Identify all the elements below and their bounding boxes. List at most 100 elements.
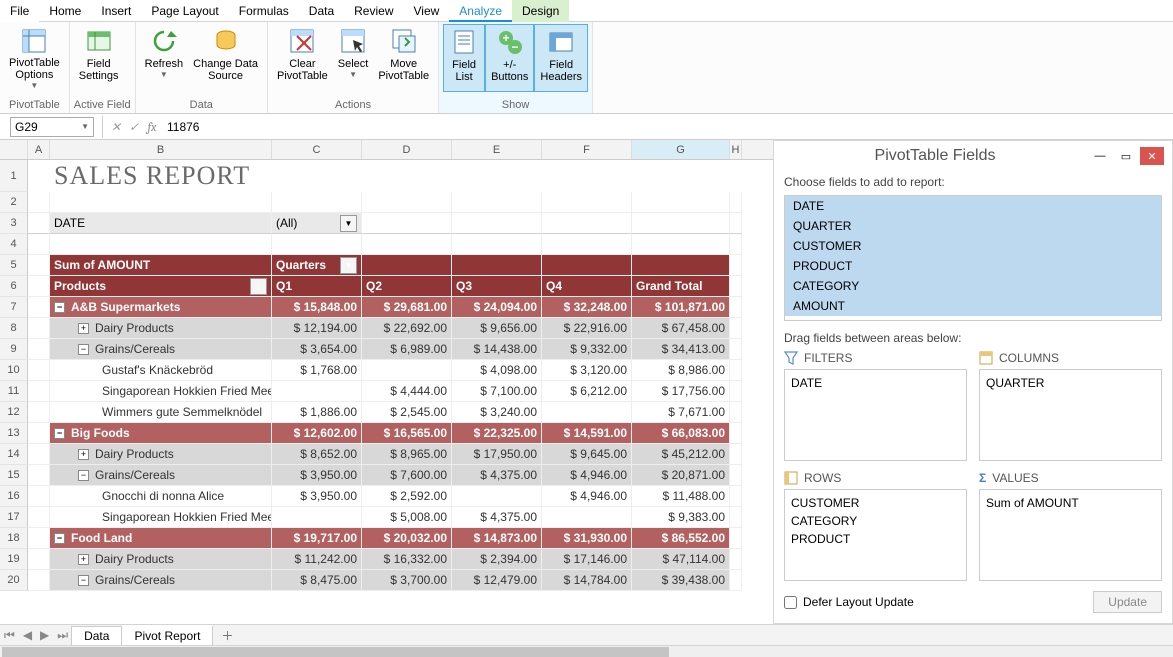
value-cell[interactable] xyxy=(542,507,632,528)
field-item[interactable]: QUARTER xyxy=(785,216,1161,236)
field-item[interactable]: DATE xyxy=(785,196,1161,216)
value-cell[interactable]: $ 39,438.00 xyxy=(632,570,730,591)
value-cell[interactable]: $ 17,146.00 xyxy=(542,549,632,570)
field-item[interactable]: CATEGORY xyxy=(785,276,1161,296)
value-cell[interactable]: $ 7,100.00 xyxy=(452,381,542,402)
value-cell[interactable]: $ 16,565.00 xyxy=(362,423,452,444)
row-header[interactable]: 2 xyxy=(0,192,28,213)
value-cell[interactable]: $ 9,383.00 xyxy=(632,507,730,528)
value-cell[interactable]: $ 12,194.00 xyxy=(272,318,362,339)
row-header[interactable]: 18 xyxy=(0,528,28,549)
value-cell[interactable]: $ 9,332.00 xyxy=(542,339,632,360)
value-cell[interactable] xyxy=(272,381,362,402)
rows-box[interactable]: CUSTOMERCATEGORYPRODUCT xyxy=(784,489,967,581)
area-item[interactable]: Sum of AMOUNT xyxy=(986,494,1155,512)
row-label-cell[interactable]: −Grains/Cereals xyxy=(50,570,272,591)
row-header[interactable]: 6 xyxy=(0,276,28,297)
value-cell[interactable]: $ 3,950.00 xyxy=(272,486,362,507)
value-cell[interactable]: $ 4,444.00 xyxy=(362,381,452,402)
value-cell[interactable]: $ 86,552.00 xyxy=(632,528,730,549)
row-label-cell[interactable]: −Food Land xyxy=(50,528,272,549)
sheet-tab-data[interactable]: Data xyxy=(71,626,122,645)
value-cell[interactable]: $ 14,873.00 xyxy=(452,528,542,549)
value-cell[interactable]: $ 14,784.00 xyxy=(542,570,632,591)
value-cell[interactable]: $ 8,986.00 xyxy=(632,360,730,381)
row-label-cell[interactable]: −A&B Supermarkets xyxy=(50,297,272,318)
row-label-cell[interactable]: +Dairy Products xyxy=(50,318,272,339)
plus-minus-buttons-button[interactable]: +− +/- Buttons xyxy=(485,24,534,92)
formula-input[interactable] xyxy=(161,117,1173,137)
value-cell[interactable]: $ 19,717.00 xyxy=(272,528,362,549)
value-cell[interactable]: $ 2,394.00 xyxy=(452,549,542,570)
menu-insert[interactable]: Insert xyxy=(91,0,141,22)
menu-home[interactable]: Home xyxy=(39,0,91,22)
value-cell[interactable]: $ 2,592.00 xyxy=(362,486,452,507)
menu-data[interactable]: Data xyxy=(299,0,344,22)
clear-pivottable-button[interactable]: Clear PivotTable xyxy=(272,24,333,92)
area-item[interactable]: CUSTOMER xyxy=(791,494,960,512)
row-label-cell[interactable]: +Dairy Products xyxy=(50,549,272,570)
horizontal-scrollbar[interactable] xyxy=(0,645,1173,657)
value-cell[interactable] xyxy=(542,402,632,423)
value-cell[interactable]: $ 7,600.00 xyxy=(362,465,452,486)
name-box[interactable]: G29 ▼ xyxy=(10,117,94,137)
value-cell[interactable]: $ 22,692.00 xyxy=(362,318,452,339)
value-cell[interactable]: $ 32,248.00 xyxy=(542,297,632,318)
tab-nav-first[interactable]: ⏮ xyxy=(0,628,19,643)
value-cell[interactable]: $ 17,756.00 xyxy=(632,381,730,402)
column-header[interactable]: B xyxy=(50,140,272,159)
value-cell[interactable]: $ 22,916.00 xyxy=(542,318,632,339)
value-cell[interactable]: $ 4,098.00 xyxy=(452,360,542,381)
value-cell[interactable]: $ 4,375.00 xyxy=(452,465,542,486)
update-button[interactable]: Update xyxy=(1093,591,1162,613)
row-label-cell[interactable]: −Grains/Cereals xyxy=(50,339,272,360)
row-header[interactable]: 3 xyxy=(0,213,28,234)
value-cell[interactable]: $ 16,332.00 xyxy=(362,549,452,570)
row-dropdown-icon[interactable]: ↕ xyxy=(250,278,267,295)
select-all-corner[interactable] xyxy=(0,140,28,159)
value-cell[interactable]: $ 15,848.00 xyxy=(272,297,362,318)
value-cell[interactable]: $ 20,032.00 xyxy=(362,528,452,549)
value-cell[interactable]: $ 6,212.00 xyxy=(542,381,632,402)
value-cell[interactable]: $ 8,475.00 xyxy=(272,570,362,591)
row-header[interactable]: 17 xyxy=(0,507,28,528)
value-cell[interactable]: $ 14,591.00 xyxy=(542,423,632,444)
columns-box[interactable]: QUARTER xyxy=(979,369,1162,461)
value-cell[interactable]: $ 17,950.00 xyxy=(452,444,542,465)
row-header[interactable]: 12 xyxy=(0,402,28,423)
field-settings-button[interactable]: Field Settings xyxy=(74,24,124,92)
area-item[interactable]: QUARTER xyxy=(986,374,1155,392)
row-header[interactable]: 11 xyxy=(0,381,28,402)
value-cell[interactable]: $ 1,886.00 xyxy=(272,402,362,423)
pivot-quarters-header[interactable]: Quarters ▼ xyxy=(272,255,362,276)
field-item[interactable]: PRODUCT xyxy=(785,256,1161,276)
tab-nav-prev[interactable]: ◀ xyxy=(19,628,36,642)
refresh-button[interactable]: Refresh ▼ xyxy=(140,24,189,92)
column-header[interactable]: D xyxy=(362,140,452,159)
tab-nav-last[interactable]: ⏭ xyxy=(53,628,72,643)
area-item[interactable]: CATEGORY xyxy=(791,512,960,530)
column-header[interactable]: F xyxy=(542,140,632,159)
value-cell[interactable]: $ 7,671.00 xyxy=(632,402,730,423)
row-header[interactable]: 14 xyxy=(0,444,28,465)
field-list[interactable]: DATEQUARTERCUSTOMERPRODUCTCATEGORYAMOUNT xyxy=(784,195,1162,321)
value-cell[interactable]: $ 45,212.00 xyxy=(632,444,730,465)
row-header[interactable]: 13 xyxy=(0,423,28,444)
value-cell[interactable]: $ 4,946.00 xyxy=(542,465,632,486)
value-cell[interactable]: $ 11,242.00 xyxy=(272,549,362,570)
value-cell[interactable]: $ 2,545.00 xyxy=(362,402,452,423)
column-header[interactable]: A xyxy=(28,140,50,159)
expand-icon[interactable]: + xyxy=(78,449,89,460)
menu-review[interactable]: Review xyxy=(344,0,403,22)
row-label-cell[interactable]: +Dairy Products xyxy=(50,444,272,465)
row-label-cell[interactable]: −Grains/Cereals xyxy=(50,465,272,486)
value-cell[interactable]: $ 14,438.00 xyxy=(452,339,542,360)
menu-analyze[interactable]: Analyze xyxy=(449,0,512,22)
field-item[interactable]: AMOUNT xyxy=(785,296,1161,316)
row-label-cell[interactable]: Gnocchi di nonna Alice xyxy=(50,486,272,507)
field-list-button[interactable]: Field List xyxy=(443,24,485,92)
expand-icon[interactable]: + xyxy=(78,554,89,565)
filter-value-cell[interactable]: (All) ▼ xyxy=(272,213,362,234)
collapse-icon[interactable]: − xyxy=(54,302,65,313)
menu-page-layout[interactable]: Page Layout xyxy=(141,0,228,22)
